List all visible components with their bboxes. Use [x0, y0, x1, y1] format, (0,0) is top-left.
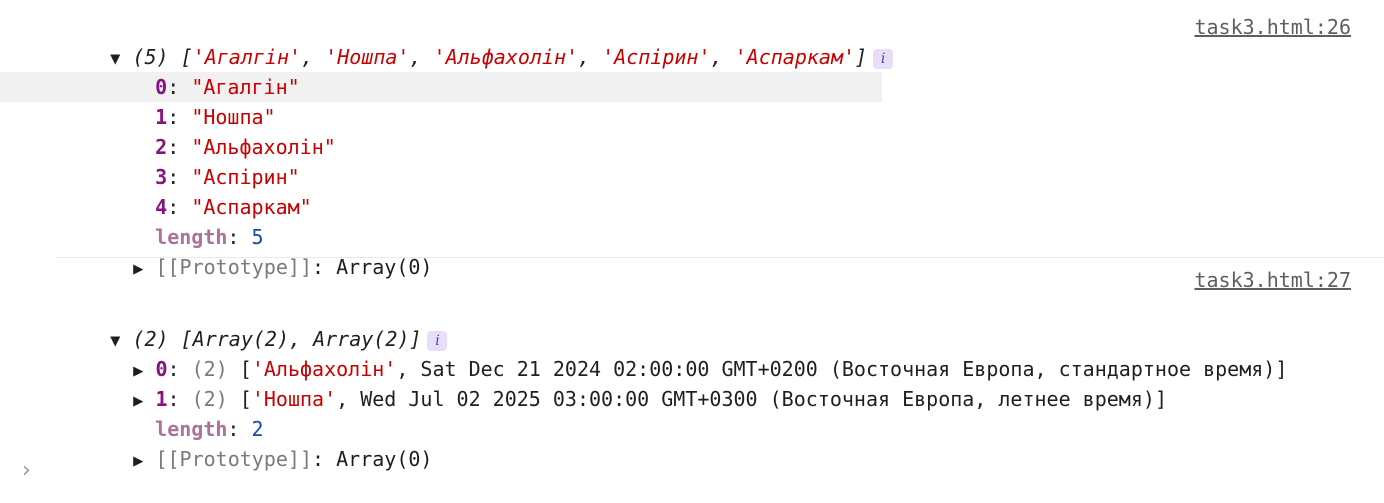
message-divider [55, 257, 1384, 258]
array-entry[interactable]: 3: "Аспірин" [107, 132, 300, 189]
nested-array-row[interactable]: ▶ 0: (2) ['Альфахолін', Sat Dec 21 2024 … [85, 324, 1287, 381]
collapse-triangle-icon[interactable]: ▶ [133, 446, 143, 476]
nested-date: Wed Jul 02 2025 03:00:00 GMT+0300 (Восто… [360, 387, 1155, 411]
length-property[interactable]: length: 2 [107, 384, 263, 441]
prototype-row[interactable]: ▶ [[Prototype]]: Array(0) [85, 414, 432, 471]
prototype-value: Array(0) [336, 447, 433, 471]
array-entry[interactable]: 4: "Аспаркам" [107, 162, 312, 219]
nested-array-row[interactable]: ▶ 1: (2) ['Ношпа', Wed Jul 02 2025 03:00… [85, 354, 1167, 411]
length-property[interactable]: length: 5 [107, 192, 263, 249]
array-summary-row-2[interactable]: ▼ (2) [Array(2), Array(2)] i [62, 294, 448, 351]
console-panel: ▼ (5) ['Агалгін', 'Ношпа', 'Альфахолін',… [0, 0, 1384, 503]
array-entry[interactable]: 0: "Агалгін" [107, 42, 300, 99]
source-link-1[interactable]: task3.html:26 [1194, 12, 1351, 42]
array-entry[interactable]: 2: "Альфахолін" [107, 102, 336, 159]
nested-name: 'Ношпа' [251, 387, 337, 411]
prototype-key: [[Prototype]] [155, 255, 313, 279]
prototype-value: Array(0) [336, 255, 433, 279]
array-entry[interactable]: 1: "Ношпа" [107, 72, 275, 129]
summary-item: 'Альфахолін' [433, 45, 579, 69]
array-summary-row-1[interactable]: ▼ (5) ['Агалгін', 'Ношпа', 'Альфахолін',… [62, 12, 894, 69]
console-prompt-icon[interactable]: › [22, 456, 31, 486]
info-icon[interactable]: i [873, 48, 894, 69]
summary-item: 'Ношпа' [325, 45, 410, 69]
summary-item: 'Аспірин' [602, 45, 711, 69]
prototype-row[interactable]: ▶ [[Prototype]]: Array(0) [85, 222, 432, 279]
summary-item: 'Аспаркам' [734, 45, 856, 69]
prototype-key: [[Prototype]] [155, 447, 313, 471]
source-link-2[interactable]: task3.html:27 [1194, 265, 1351, 295]
collapse-triangle-icon[interactable]: ▶ [133, 254, 143, 284]
